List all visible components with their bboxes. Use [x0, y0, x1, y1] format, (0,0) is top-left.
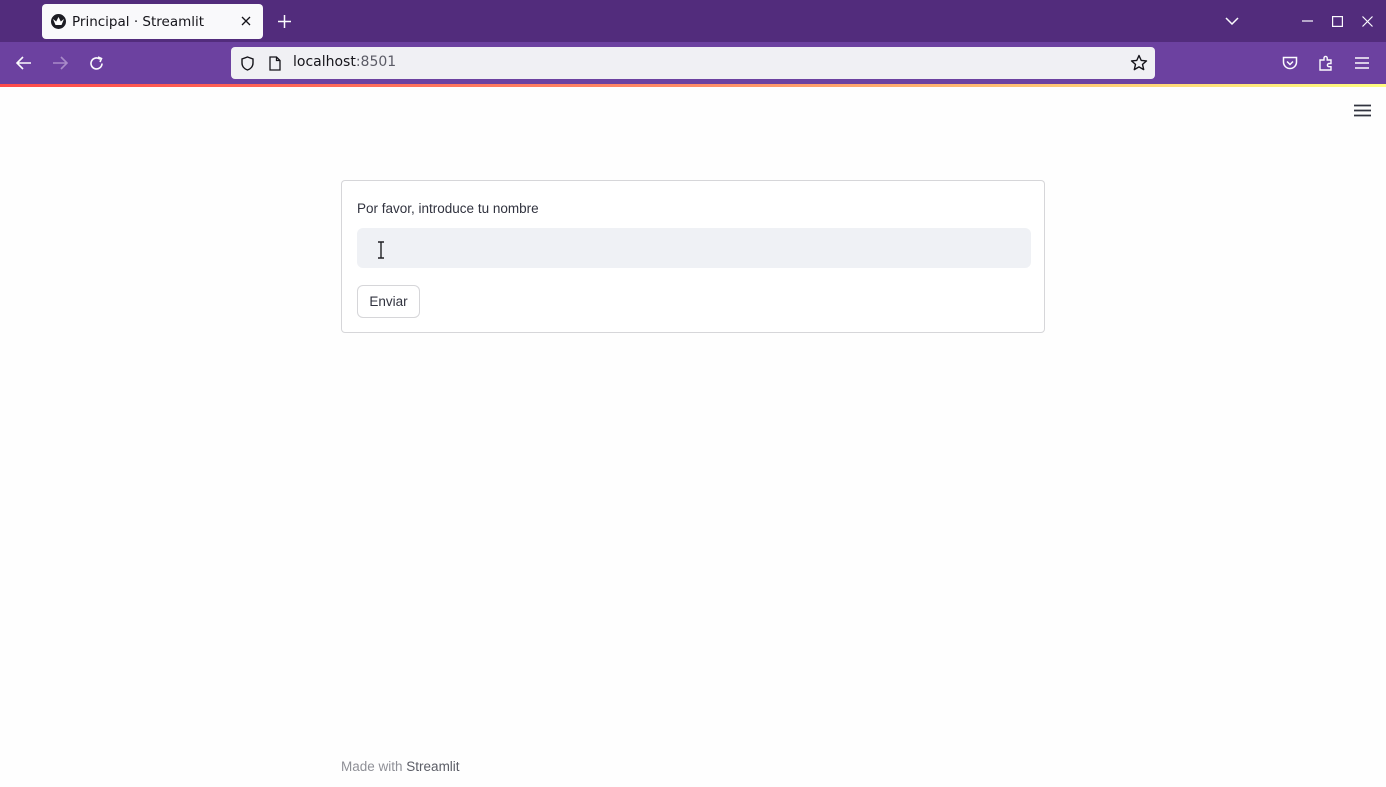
close-tab-icon[interactable]	[237, 12, 255, 30]
url-port: :8501	[355, 54, 397, 70]
address-bar[interactable]: localhost:8501	[231, 47, 1155, 79]
close-window-icon[interactable]	[1357, 11, 1377, 31]
streamlit-main-menu-icon[interactable]	[1351, 100, 1373, 120]
pocket-icon[interactable]	[1279, 52, 1301, 74]
footer-brand-link[interactable]: Streamlit	[406, 759, 459, 774]
back-arrow-icon[interactable]	[13, 52, 35, 74]
page-icon[interactable]	[267, 55, 283, 71]
new-tab-icon[interactable]	[274, 11, 294, 31]
url-text[interactable]: localhost:8501	[293, 54, 396, 70]
maximize-icon[interactable]	[1327, 11, 1347, 31]
app-menu-icon[interactable]	[1351, 52, 1373, 74]
streamlit-decoration-bar	[0, 84, 1386, 87]
reload-icon[interactable]	[85, 52, 107, 74]
footer-prefix: Made with	[341, 759, 403, 774]
submit-button[interactable]: Enviar	[357, 285, 420, 318]
tab-title: Principal · Streamlit	[72, 13, 205, 30]
name-field-label: Por favor, introduce tu nombre	[357, 201, 539, 216]
minimize-icon[interactable]	[1297, 11, 1317, 31]
url-host: localhost	[293, 54, 356, 70]
extensions-icon[interactable]	[1315, 52, 1337, 74]
browser-tab[interactable]: Principal · Streamlit	[42, 4, 263, 39]
forward-arrow-icon[interactable]	[49, 52, 71, 74]
name-input[interactable]	[357, 228, 1031, 268]
text-cursor-icon	[378, 241, 384, 259]
shield-icon[interactable]	[239, 55, 255, 71]
name-form: Por favor, introduce tu nombre Enviar	[341, 180, 1045, 333]
browser-tab-bar: Principal · Streamlit	[0, 0, 1386, 42]
footer: Made with Streamlit	[341, 759, 460, 774]
bookmark-star-icon[interactable]	[1130, 54, 1148, 72]
list-all-tabs-icon[interactable]	[1222, 11, 1242, 31]
streamlit-favicon-icon	[51, 14, 66, 29]
